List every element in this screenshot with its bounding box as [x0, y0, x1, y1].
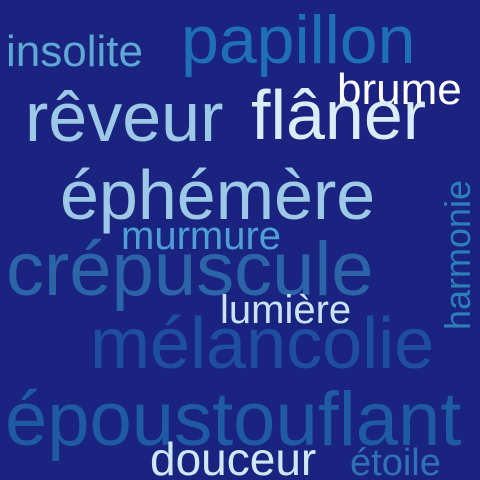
word-reveur: rêveur — [25, 78, 224, 156]
word-melancolie: mélancolie — [90, 304, 435, 384]
word-flaner: flâner — [251, 76, 427, 154]
word-papillon: papillon — [181, 2, 416, 78]
word-etoile: étoile — [350, 442, 441, 480]
word-harmonie: harmonie — [437, 179, 478, 330]
word-cloud: insolite papillon brume rêveur flâner ha… — [0, 0, 480, 480]
word-insolite: insolite — [6, 27, 143, 76]
word-douceur: douceur — [150, 433, 317, 480]
